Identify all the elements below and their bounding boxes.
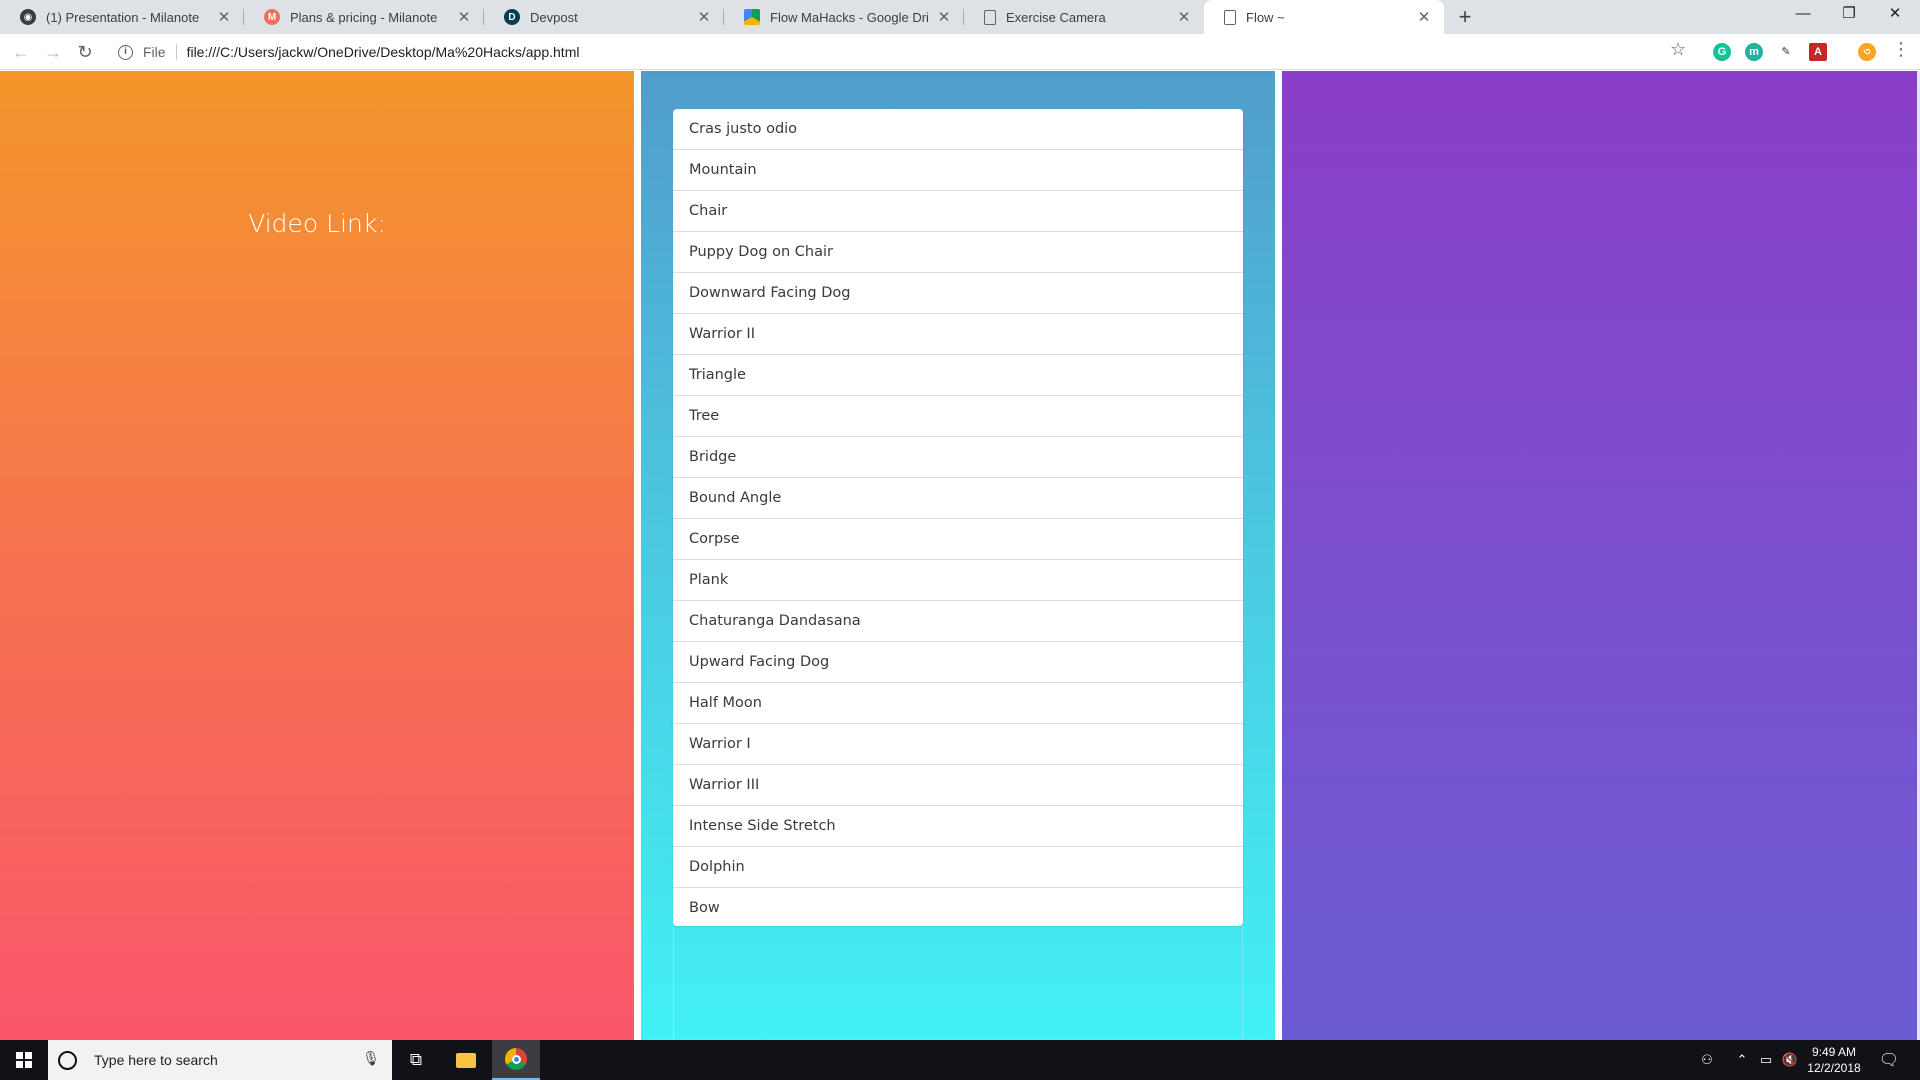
pose-list[interactable]: Cras justo odio Mountain Chair Puppy Dog on… (673, 109, 1243, 926)
taskbar-clock[interactable]: 9:49 AM 12/2/2018 (1800, 1044, 1868, 1076)
browser-toolbar: ← → ↻ i File file:///C:/Users/jackw/OneD… (0, 34, 1920, 70)
windows-taskbar: Type here to search 🎙 ⧉ ⚇ ⌃ ▭ 🔇 9:49 AM … (0, 1040, 1920, 1080)
list-item[interactable]: Mountain (673, 150, 1243, 191)
google-drive-icon (744, 9, 760, 25)
list-item[interactable]: Bow (673, 888, 1243, 926)
restore-icon[interactable]: ❐ (1826, 0, 1872, 30)
notifications-icon[interactable]: 🗨 (1874, 1040, 1904, 1080)
browser-tab-strip: ◉ (1) Presentation - Milanote ✕ M Plans … (0, 0, 1920, 34)
microphone-icon[interactable]: 🎙 (362, 1050, 380, 1067)
tab-presentation-milanote[interactable]: ◉ (1) Presentation - Milanote ✕ (0, 0, 244, 34)
list-item[interactable]: Bridge (673, 437, 1243, 478)
document-icon (984, 9, 996, 25)
reload-icon[interactable]: ↻ (72, 39, 98, 65)
acrobat-extension-icon[interactable]: A (1809, 43, 1827, 61)
taskbar-search-box[interactable]: Type here to search 🎙 (48, 1040, 392, 1080)
close-icon[interactable]: ✕ (456, 8, 472, 26)
list-item[interactable]: Intense Side Stretch (673, 806, 1243, 847)
tab-exercise-camera[interactable]: Exercise Camera ✕ (964, 0, 1204, 34)
minimize-icon[interactable]: — (1780, 0, 1826, 30)
list-item[interactable]: Warrior I (673, 724, 1243, 765)
address-bar[interactable]: i File file:///C:/Users/jackw/OneDrive/D… (110, 38, 1690, 66)
list-item[interactable]: Plank (673, 560, 1243, 601)
list-item[interactable]: Tree (673, 396, 1243, 437)
forward-arrow-icon[interactable]: → (40, 39, 66, 65)
tab-title: Exercise Camera (1006, 9, 1106, 25)
list-item[interactable]: Triangle (673, 355, 1243, 396)
eyedropper-extension-icon[interactable]: ✎ (1777, 43, 1795, 61)
back-arrow-icon[interactable]: ← (8, 39, 34, 65)
url-text[interactable]: file:///C:/Users/jackw/OneDrive/Desktop/… (187, 44, 580, 60)
search-placeholder: Type here to search (94, 1052, 218, 1068)
list-item[interactable]: Cras justo odio (673, 109, 1243, 150)
grammarly-extension-icon[interactable]: G (1713, 43, 1731, 61)
chrome-menu-icon[interactable]: ⋮ (1892, 39, 1910, 60)
task-view-icon[interactable]: ⧉ (392, 1040, 440, 1080)
bookmark-star-icon[interactable]: ☆ (1670, 39, 1686, 60)
close-icon[interactable]: ✕ (216, 8, 232, 26)
file-explorer-icon[interactable] (442, 1040, 490, 1080)
tab-flow[interactable]: Flow ~ ✕ (1204, 0, 1444, 34)
profile-extension-icon[interactable]: ৩ (1858, 43, 1876, 61)
cortana-icon (58, 1050, 77, 1070)
tab-plans-pricing-milanote[interactable]: M Plans & pricing - Milanote ✕ (244, 0, 484, 34)
list-item[interactable]: Chair (673, 191, 1243, 232)
show-hidden-icons-chevron-icon[interactable]: ⌃ (1730, 1040, 1754, 1080)
volume-muted-icon[interactable]: 🔇 (1778, 1040, 1802, 1080)
list-item[interactable]: Upward Facing Dog (673, 642, 1243, 683)
list-item[interactable]: Half Moon (673, 683, 1243, 724)
clock-date: 12/2/2018 (1807, 1061, 1861, 1075)
tab-title: Devpost (530, 9, 578, 25)
info-icon[interactable]: i (118, 44, 133, 60)
list-item[interactable]: Warrior III (673, 765, 1243, 806)
tab-devpost[interactable]: D Devpost ✕ (484, 0, 724, 34)
tab-title: Plans & pricing - Milanote (290, 9, 438, 25)
url-divider (175, 44, 177, 60)
list-item[interactable]: Warrior II (673, 314, 1243, 355)
close-icon[interactable]: ✕ (1176, 8, 1192, 26)
document-icon (1224, 9, 1236, 25)
list-item[interactable]: Downward Facing Dog (673, 273, 1243, 314)
list-item[interactable]: Puppy Dog on Chair (673, 232, 1243, 273)
scheme-label: File (143, 44, 166, 60)
milanote-icon: ◉ (20, 9, 36, 25)
tab-google-drive[interactable]: Flow MaHacks - Google Drive ✕ (724, 0, 964, 34)
left-panel: Video Link: (0, 71, 634, 1040)
tab-title: Flow ~ (1246, 9, 1285, 25)
close-icon[interactable]: ✕ (1416, 8, 1432, 26)
window-close-icon[interactable]: ✕ (1872, 0, 1918, 30)
tab-title: (1) Presentation - Milanote (46, 9, 200, 25)
chrome-taskbar-icon[interactable] (492, 1040, 540, 1080)
tab-title: Flow MaHacks - Google Drive (770, 9, 928, 25)
list-item[interactable]: Chaturanga Dandasana (673, 601, 1243, 642)
battery-icon[interactable]: ▭ (1754, 1040, 1778, 1080)
video-link-label: Video Link: (248, 209, 386, 238)
devpost-icon: D (504, 9, 520, 25)
milanote-icon: M (264, 9, 280, 25)
people-icon[interactable]: ⚇ (1694, 1040, 1720, 1080)
close-icon[interactable]: ✕ (696, 8, 712, 26)
close-icon[interactable]: ✕ (936, 8, 952, 26)
new-tab-button[interactable]: + (1452, 4, 1478, 30)
milanote-extension-icon[interactable]: m (1745, 43, 1763, 61)
start-button[interactable] (0, 1040, 48, 1080)
list-item[interactable]: Dolphin (673, 847, 1243, 888)
page-viewport: Video Link: Cras justo odio Mountain Chair… (0, 71, 1920, 1040)
list-item[interactable]: Bound Angle (673, 478, 1243, 519)
windows-logo-icon (16, 1052, 32, 1068)
clock-time: 9:49 AM (1811, 1045, 1857, 1059)
list-item[interactable]: Corpse (673, 519, 1243, 560)
right-panel (1282, 71, 1917, 1040)
list-card-shadow (673, 926, 1243, 1040)
